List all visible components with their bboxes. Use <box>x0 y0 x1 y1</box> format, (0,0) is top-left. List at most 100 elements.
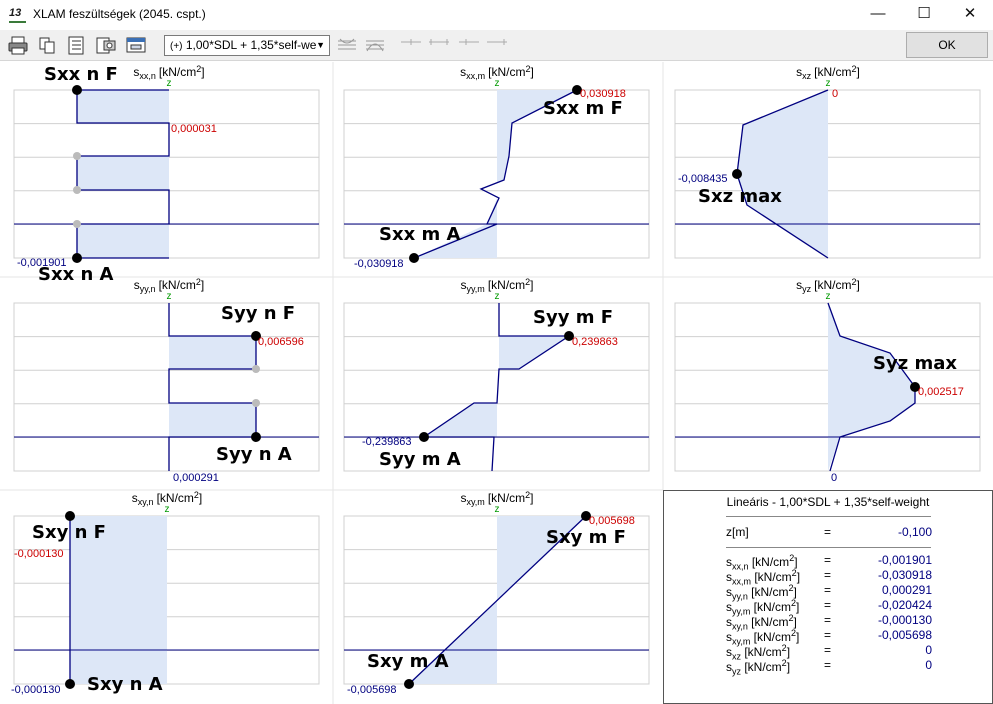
summary-row-value: 0,000291 <box>881 583 932 597</box>
point-label: Sxy m A <box>367 651 449 672</box>
header-unit: [kN/cm <box>488 278 525 292</box>
point-label: Sxy n F <box>32 522 106 543</box>
row-unit-end: ] <box>793 615 797 629</box>
summary-row-eq: = <box>824 553 832 567</box>
summary-title: Lineáris - 1,00*SDL + 1,35*self-weight <box>726 495 930 509</box>
row-subscript: yz <box>732 666 741 677</box>
point-label: Sxy n A <box>87 674 163 695</box>
header-unit-end: ] <box>530 278 533 292</box>
summary-row-eq: = <box>824 643 832 657</box>
row-unit-end: ] <box>796 630 800 644</box>
header-header-sub: yy,m <box>466 284 484 294</box>
summary-divider <box>726 516 931 517</box>
z-axis-label: z <box>165 504 170 515</box>
point-value: 0 <box>831 472 837 484</box>
header-header-sub: xy,m <box>466 497 484 507</box>
summary-row-value: 0 <box>925 643 932 657</box>
header-unit-end: ] <box>857 278 860 292</box>
extreme-point-marker <box>409 253 419 263</box>
header-unit-end: ] <box>201 65 204 79</box>
summary-row-value: -0,000130 <box>877 613 932 627</box>
stress-area <box>828 303 915 471</box>
layer-point-marker <box>73 186 81 194</box>
row-unit: [kN/cm <box>741 645 782 659</box>
point-value: 0,002517 <box>918 386 964 398</box>
diagram-sxx-n: sxx,n [kN/cm2]zSxx n FSxx n A0,000031-0,0… <box>13 64 320 285</box>
point-value: -0,239863 <box>362 436 412 448</box>
diagram-sxx-m: sxx,m [kN/cm2]zSxx m FSxx m A0,030918-0,0… <box>343 64 650 270</box>
point-value: -0,001901 <box>17 257 67 269</box>
stress-area <box>169 403 256 437</box>
summary-row: sxx,n [kN/cm2] = -0,001901 <box>664 553 993 571</box>
row-unit: [kN/cm <box>748 555 790 569</box>
summary-z-eq: = <box>824 525 832 539</box>
row-unit: [kN/cm <box>750 600 792 614</box>
summary-row: sxy,m [kN/cm2] = -0,005698 <box>664 628 993 646</box>
summary-row-eq: = <box>824 628 832 642</box>
z-axis-label: z <box>495 78 500 89</box>
row-unit-end: ] <box>786 660 791 674</box>
z-axis-label: z <box>167 78 172 89</box>
row-unit: [kN/cm <box>747 585 789 599</box>
summary-z-key: z[m] <box>726 525 749 539</box>
header-unit: [kN/cm <box>159 65 196 79</box>
extreme-point-marker <box>72 85 82 95</box>
summary-row-key: syz [kN/cm2] <box>726 658 790 676</box>
header-unit: [kN/cm <box>488 65 525 79</box>
extreme-point-marker <box>251 432 261 442</box>
layer-point-marker <box>252 399 260 407</box>
summary-row-eq: = <box>824 568 832 582</box>
summary-row: syy,m [kN/cm2] = -0,020424 <box>664 598 993 616</box>
extreme-point-marker <box>732 169 742 179</box>
extreme-point-marker <box>72 253 82 263</box>
point-value: 0,030918 <box>580 88 626 100</box>
point-value: 0,239863 <box>572 336 618 348</box>
point-label: Sxx n F <box>44 64 118 85</box>
summary-row-value: -0,001901 <box>877 553 932 567</box>
header-unit: [kN/cm <box>488 491 525 505</box>
point-value: -0,005698 <box>347 684 397 696</box>
point-value: 0 <box>832 88 838 100</box>
diagram-sxy-m: sxy,m [kN/cm2]zSxy m FSxy m A0,005698-0,0… <box>343 490 650 696</box>
stress-area <box>424 403 497 437</box>
summary-z-row: z[m] = -0,100 <box>664 525 993 540</box>
z-axis-label: z <box>495 504 500 515</box>
summary-row-eq: = <box>824 583 832 597</box>
point-label: Sxy m F <box>546 527 626 548</box>
row-unit: [kN/cm <box>751 570 792 584</box>
point-value: -0,008435 <box>678 173 728 185</box>
header-unit-end: ] <box>531 65 534 79</box>
header-header-sub: yz <box>802 284 812 294</box>
point-value: -0,030918 <box>354 258 404 270</box>
header-unit: [kN/cm <box>814 65 851 79</box>
header-unit-end: ] <box>530 491 533 505</box>
header-unit: [kN/cm <box>157 491 194 505</box>
diagram-sxy-n: sxy,n [kN/cm2]zSxy n FSxy n A-0,000130-0,… <box>11 490 320 696</box>
stress-area <box>499 336 569 369</box>
header-unit-end: ] <box>201 278 204 292</box>
header-header-sub: yy,n <box>140 284 156 294</box>
z-axis-label: z <box>826 78 831 89</box>
summary-row-eq: = <box>824 613 832 627</box>
point-label: Syy n F <box>221 303 295 324</box>
extreme-point-marker <box>419 432 429 442</box>
stress-area <box>737 90 828 258</box>
summary-row: sxy,n [kN/cm2] = -0,000130 <box>664 613 993 631</box>
header-header-sub: xz <box>802 71 812 81</box>
row-unit-end: ] <box>796 600 800 614</box>
point-label: Syz max <box>873 353 957 374</box>
stress-area <box>77 224 169 258</box>
point-label: Syy m F <box>533 307 613 328</box>
stress-area <box>169 336 256 369</box>
row-unit-end: ] <box>786 645 791 659</box>
header-unit: [kN/cm <box>159 278 196 292</box>
diagram-syz: syz [kN/cm2]zSyz max0,0025170 <box>674 277 981 484</box>
summary-row: sxz [kN/cm2] = 0 <box>664 643 993 661</box>
summary-z-value: -0,100 <box>897 525 932 539</box>
header-unit-end: ] <box>199 491 202 505</box>
point-value: 0,006596 <box>258 336 304 348</box>
point-label: Sxx m A <box>379 224 460 245</box>
header-unit: [kN/cm <box>814 278 851 292</box>
diagram-syy-n: syy,n [kN/cm2]zSyy n FSyy n A0,0065960,00… <box>13 277 320 484</box>
point-value: 0,005698 <box>589 515 635 527</box>
